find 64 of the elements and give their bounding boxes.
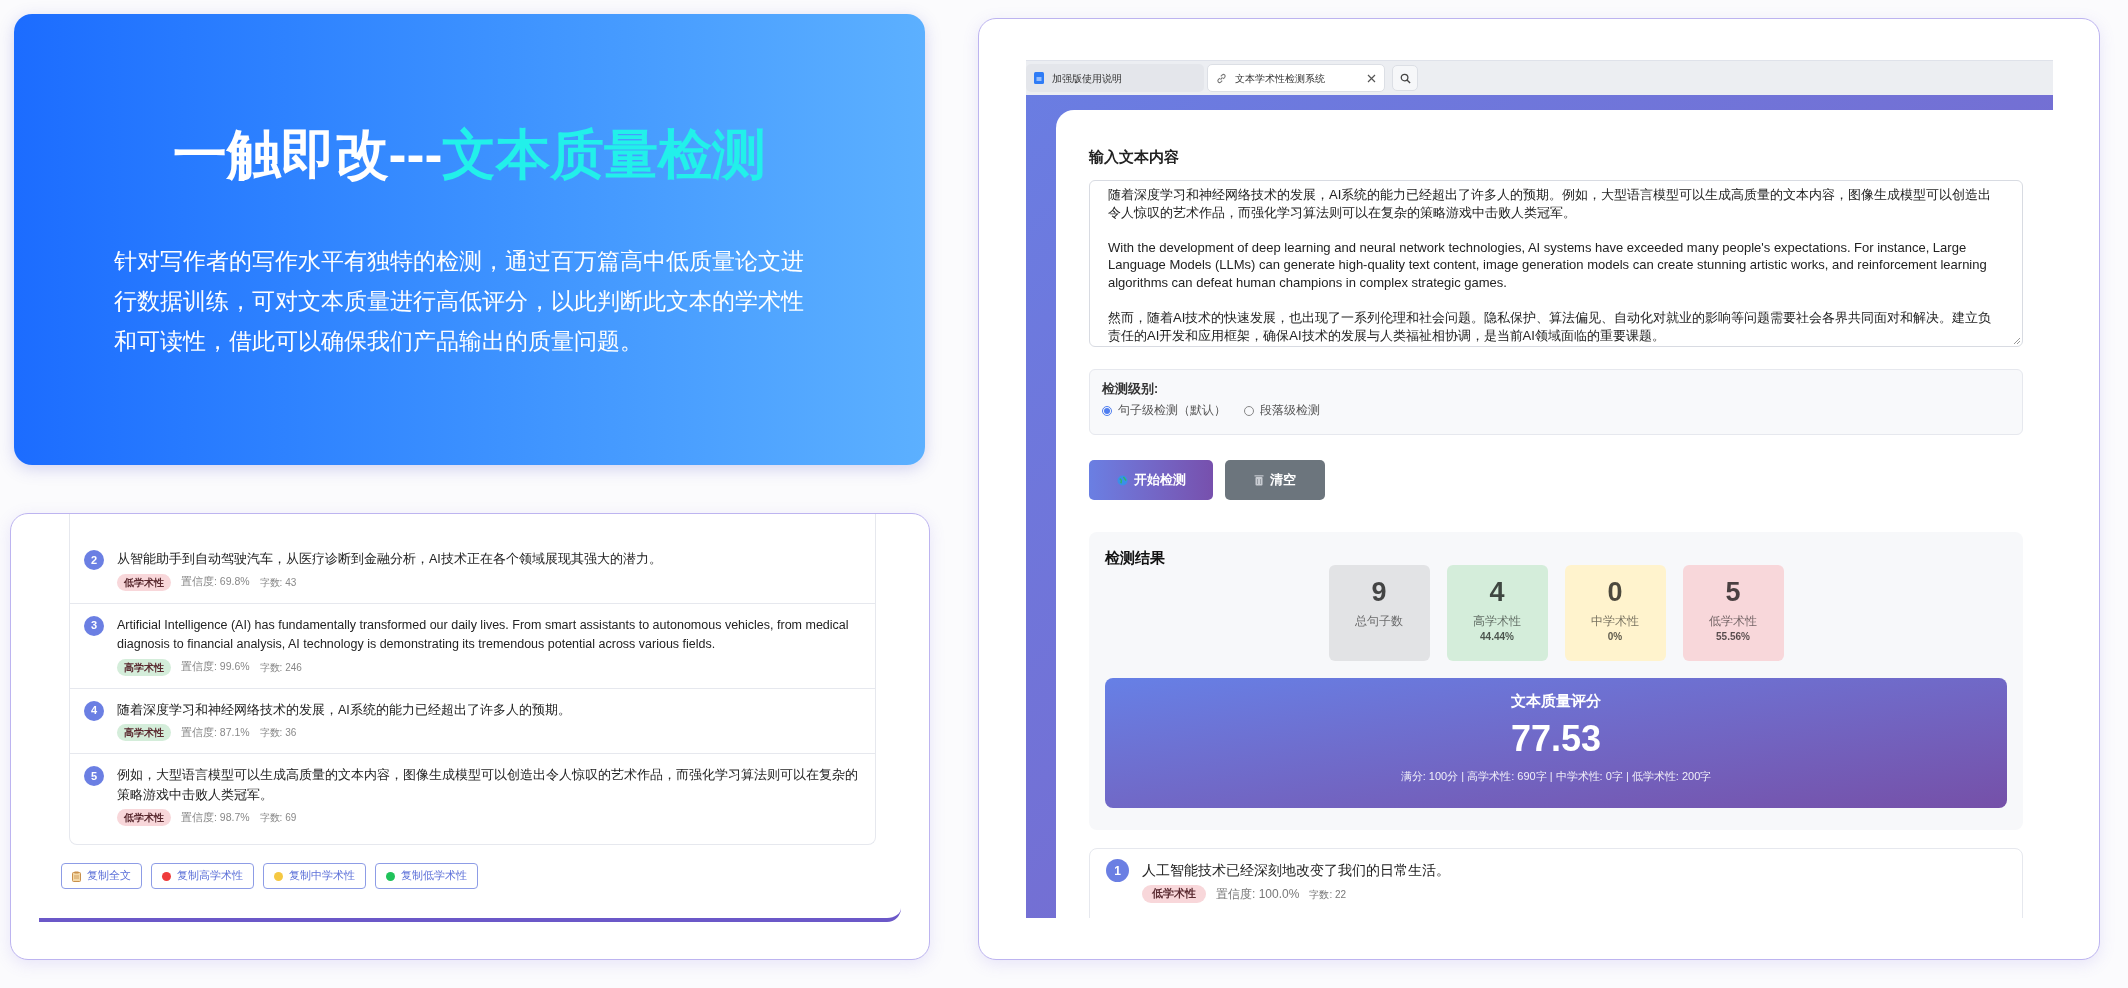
close-icon[interactable]: [1367, 73, 1376, 83]
hero-description: 针对写作者的写作水平有独特的检测，通过百万篇高中低质量论文进行数据训练，可对文本质量进行高低评分，以此判断此文本的学术性和可读性，借此可以确保我们产品输出的质量问题。: [113, 248, 805, 356]
browser-tab[interactable]: 加强版使用说明: [1026, 64, 1204, 92]
globe-icon: [1116, 474, 1128, 486]
sentence-text: 从智能助手到自动驾驶汽车，从医疗诊断到金融分析，AI技术正在各个领域展现其强大的潜力。: [117, 551, 663, 568]
stat-label: 高学术性: [1473, 614, 1521, 629]
stat-label: 低学术性: [1709, 614, 1757, 629]
char-count: 字数: 246: [259, 660, 302, 675]
confidence-text: 置信度: 69.8%: [181, 574, 250, 590]
confidence-text: 置信度: 100.0%: [1216, 886, 1300, 903]
section-heading: 输入文本内容: [1089, 147, 1180, 167]
char-count: 字数: 22: [1309, 887, 1347, 902]
action-button[interactable]: 开始检测: [1089, 460, 1213, 500]
char-count: 字数: 36: [259, 726, 297, 740]
copy-button[interactable]: 复制低学术性: [375, 863, 478, 889]
link-icon: [1216, 72, 1227, 84]
stat-value: 9: [1371, 576, 1387, 609]
stat-label: 总句子数: [1355, 614, 1403, 629]
score-value: 77.53: [1510, 717, 1602, 761]
sentence-text: Artificial Intelligence (AI) has fundamentally transformed our daily lives. From smart assistants to autonomous vehicles, from medical diagnosis to financial analysis, AI technology is demonstrating its tremendous potential across various fields.: [117, 616, 850, 653]
document-icon: [1034, 72, 1044, 84]
stat-value: 5: [1725, 576, 1741, 609]
confidence-text: 置信度: 87.1%: [181, 724, 250, 740]
stat-percent: 44.44%: [1480, 630, 1514, 644]
copy-button[interactable]: 复制中学术性: [263, 863, 366, 889]
char-count: 字数: 43: [259, 575, 297, 590]
academic-tag: 低学术性: [117, 573, 171, 591]
confidence-text: 置信度: 99.6%: [181, 659, 250, 675]
trash-icon: [1254, 474, 1264, 486]
number-badge: 4: [84, 700, 104, 721]
browser-tab[interactable]: 文本学术性检测系统: [1207, 64, 1385, 92]
number-badge: 2: [84, 550, 104, 570]
confidence-text: 置信度: 98.7%: [181, 809, 250, 825]
academic-tag: 低学术性: [117, 809, 171, 826]
copy-button[interactable]: 复制高学术性: [151, 863, 254, 889]
action-button[interactable]: 清空: [1225, 460, 1325, 500]
copy-button[interactable]: 复制全文: [61, 863, 142, 889]
search-icon: [1399, 72, 1411, 84]
stat-percent: 55.56%: [1716, 630, 1750, 644]
section-heading: 检测结果: [1105, 548, 1166, 568]
stat-value: 4: [1489, 576, 1505, 609]
stat-value: 0: [1607, 576, 1623, 609]
sentence-text: 例如，大型语言模型可以生成高质量的文本内容，图像生成模型可以创造出令人惊叹的艺术作品，而强化学习算法则可以在复杂的策略游戏中击败人类冠军。: [117, 767, 859, 804]
level-label: 检测级别:: [1102, 381, 1160, 398]
input-field[interactable]: 随着深度学习和神经网络技术的发展，AI系统的能力已经超出了许多人的预期。例如，大型语言模型可以生成高质量的文本内容，图像生成模型可以创造出令人惊叹的艺术作品，而强化学习算法则可以在复杂的策略游戏中击败人类冠军。 With the development of deep learning and neural network technologies, AI systems have exceeded many people's expectations. For instance, Large Language Models (LLMs) can generate high-quality text content, image generation models can create stunning artistic works, and reinforcement learning algorithms can defeat human champions in complex strategic games. 然而，随着AI技术的快速发展，也出现了一系列伦理和社会问题。隐私保护、算法偏见、自动化对就业的影响等问题需要社会各界共同面对和解决。建立负责任的AI开发和应用框架，确保AI技术的发展与人类福祉相协调，是当前AI领域面临的重要课题。: [1089, 180, 2023, 347]
radio-option[interactable]: 句子级检测（默认）: [1102, 402, 1226, 420]
academic-tag: 低学术性: [1142, 885, 1206, 903]
stat-label: 中学术性: [1591, 614, 1639, 629]
score-title: 文本质量评分: [1511, 691, 1601, 711]
resize-handle-icon[interactable]: [2013, 337, 2021, 345]
number-badge: 5: [84, 766, 104, 786]
sentence-text: 人工智能技术已经深刻地改变了我们的日常生活。: [1142, 861, 1450, 880]
number-badge: 1: [1106, 859, 1129, 882]
search-button[interactable]: [1392, 65, 1418, 91]
char-count: 字数: 69: [259, 811, 297, 825]
clipboard-icon: [72, 870, 81, 882]
radio-option[interactable]: 段落级检测: [1244, 402, 1320, 420]
score-breakdown: 满分: 100分 | 高学术性: 690字 | 中学术性: 0字 | 低学术性: 200字: [1400, 769, 1712, 784]
sentence-text: 随着深度学习和神经网络技术的发展，AI系统的能力已经超出了许多人的预期。: [117, 701, 572, 719]
hero-title: 一触即改---文本质量检测: [172, 123, 767, 186]
academic-tag: 高学术性: [117, 658, 171, 676]
stat-percent: 0%: [1607, 630, 1623, 644]
number-badge: 3: [84, 615, 104, 636]
academic-tag: 高学术性: [117, 724, 171, 741]
